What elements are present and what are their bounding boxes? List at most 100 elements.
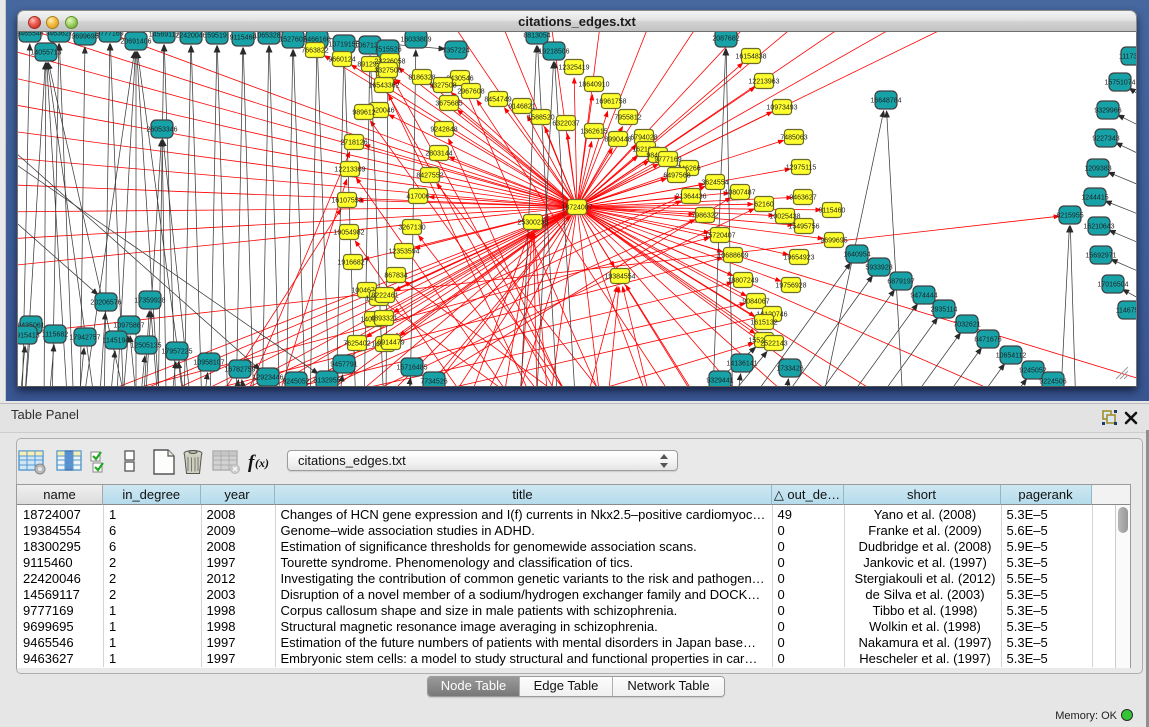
svg-text:2522143: 2522143 [760,341,787,348]
svg-text:9245052: 9245052 [282,379,309,386]
svg-text:9457791: 9457791 [330,362,357,369]
svg-text:9463627: 9463627 [45,32,72,38]
svg-text:20206576: 20206576 [90,300,121,307]
svg-text:62160: 62160 [754,202,774,209]
svg-text:21364436: 21364436 [675,194,706,201]
svg-text:16648784: 16648784 [870,98,901,105]
svg-text:15720407: 15720407 [704,233,735,240]
svg-text:6497568: 6497568 [663,173,690,180]
svg-text:1362615: 1362615 [580,129,607,136]
svg-text:12923446: 12923446 [252,375,283,382]
svg-text:2087682: 2087682 [712,36,739,43]
svg-text:8132955: 8132955 [313,378,340,385]
svg-text:17359928: 17359928 [134,298,165,305]
svg-text:8427552: 8427552 [416,173,443,180]
svg-text:6914479: 6914479 [377,340,404,347]
svg-text:9115460: 9115460 [819,208,846,215]
svg-text:7955812: 7955812 [614,115,641,122]
svg-text:2967608: 2967608 [457,89,484,96]
svg-text:6322037: 6322037 [552,121,579,128]
svg-text:15692971: 15692971 [1085,253,1116,260]
svg-text:8813054: 8813054 [523,33,550,40]
svg-text:3327506: 3327506 [374,68,401,75]
svg-text:7986322: 7986322 [691,213,718,220]
svg-text:15495756: 15495756 [788,224,819,231]
svg-text:3267130: 3267130 [398,225,425,232]
svg-text:16961758: 16961758 [595,99,626,106]
svg-text:10975867: 10975867 [113,323,144,330]
svg-text:1145194: 1145194 [103,338,130,345]
svg-text:16543362: 16543362 [368,83,399,90]
svg-text:7485063: 7485063 [780,135,807,142]
svg-text:10654112: 10654112 [996,353,1027,360]
svg-text:(x): (x) [255,456,269,470]
svg-text:19054982: 19054982 [333,230,364,237]
svg-text:7734526: 7734526 [420,379,447,386]
svg-text:12975115: 12975115 [786,165,817,172]
svg-text:10807487: 10807487 [724,190,755,197]
svg-text:9146821: 9146821 [508,104,535,111]
svg-text:12213963: 12213963 [748,79,779,86]
svg-text:1244415: 1244415 [1081,195,1108,202]
svg-text:19756928: 19756928 [775,283,806,290]
svg-text:1640954: 1640954 [843,252,870,259]
svg-text:9329966: 9329966 [1094,108,1121,115]
svg-text:9227343: 9227343 [1092,136,1119,143]
svg-text:15751074: 15751074 [1104,80,1135,87]
svg-text:8186328: 8186328 [408,75,435,82]
svg-text:10958107: 10958107 [193,360,224,367]
svg-text:14136141: 14136141 [726,361,757,368]
svg-text:1117345: 1117345 [1119,54,1136,61]
svg-text:16210643: 16210643 [1083,224,1114,231]
svg-text:10688609: 10688609 [717,253,748,260]
svg-text:16107553: 16107553 [331,198,362,205]
svg-text:59519: 59519 [207,33,227,40]
svg-text:12505135: 12505135 [130,343,161,350]
svg-text:867834: 867834 [384,273,407,280]
svg-text:15716485: 15716485 [396,365,427,372]
svg-text:9329441: 9329441 [706,378,733,385]
svg-text:22420046: 22420046 [175,33,206,40]
svg-text:7625402: 7625402 [343,341,370,348]
svg-text:12353594: 12353594 [388,249,419,256]
svg-text:19654923: 19654923 [783,255,814,262]
svg-text:18640910: 18640910 [578,82,609,89]
svg-text:9777169: 9777169 [96,32,123,38]
svg-text:25300233: 25300233 [517,220,548,227]
svg-text:1615132: 1615132 [750,320,777,327]
svg-text:16154838: 16154838 [735,54,766,61]
svg-text:3675685: 3675685 [435,101,462,108]
svg-text:8454749: 8454749 [484,97,511,104]
svg-text:9474444: 9474444 [910,293,937,300]
svg-text:17942757: 17942757 [69,335,100,342]
svg-text:7032621: 7032621 [953,322,980,329]
svg-text:3915413: 3915413 [18,333,40,340]
svg-text:989612: 989612 [352,110,375,117]
svg-text:14055713: 14055713 [30,50,61,57]
svg-text:1115682: 1115682 [42,332,68,339]
svg-text:12325419: 12325419 [558,65,589,72]
svg-text:1209383: 1209383 [1084,166,1111,173]
svg-text:2718126: 2718126 [340,140,367,147]
svg-text:9699695: 9699695 [71,34,98,41]
svg-text:16033809: 16033809 [400,37,431,44]
svg-text:3624554: 3624554 [701,180,728,187]
svg-text:18724007: 18724007 [561,205,592,212]
svg-text:9777169: 9777169 [654,157,681,164]
svg-text:9699695: 9699695 [820,238,847,245]
svg-text:6879197: 6879197 [887,279,914,286]
svg-text:8471676: 8471676 [974,337,1001,344]
svg-text:6794028: 6794028 [630,135,657,142]
svg-text:9327508: 9327508 [429,83,456,90]
svg-text:8222461: 8222461 [371,293,398,300]
svg-text:17016504: 17016504 [1097,282,1128,289]
svg-text:9463627: 9463627 [789,195,816,202]
svg-text:4893321: 4893321 [370,316,397,323]
svg-text:17957225: 17957225 [161,349,192,356]
svg-text:7663822: 7663822 [301,48,328,55]
svg-text:9084067: 9084067 [742,299,769,306]
svg-text:2935114: 2935114 [931,307,958,314]
svg-text:19384554: 19384554 [604,274,635,281]
svg-text:417006: 417006 [406,194,429,201]
svg-text:1146753: 1146753 [1116,308,1136,315]
